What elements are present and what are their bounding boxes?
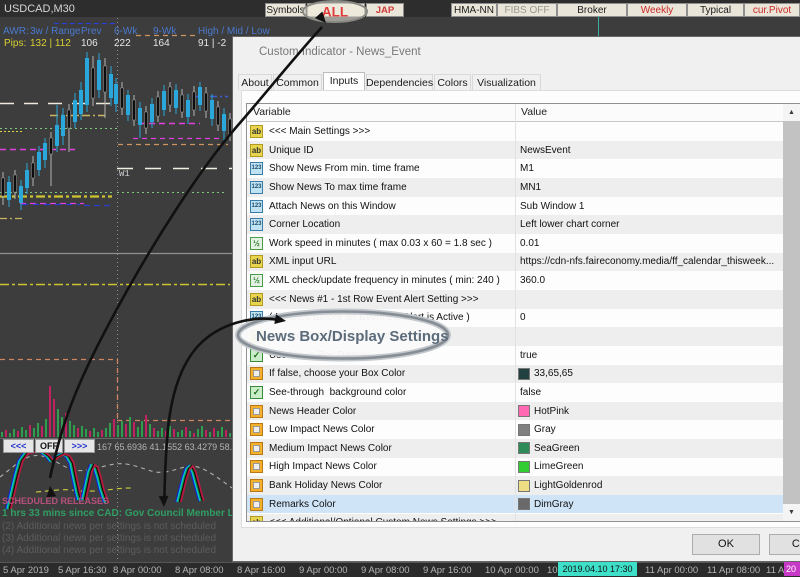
svg-text:W1: W1 (119, 169, 130, 179)
